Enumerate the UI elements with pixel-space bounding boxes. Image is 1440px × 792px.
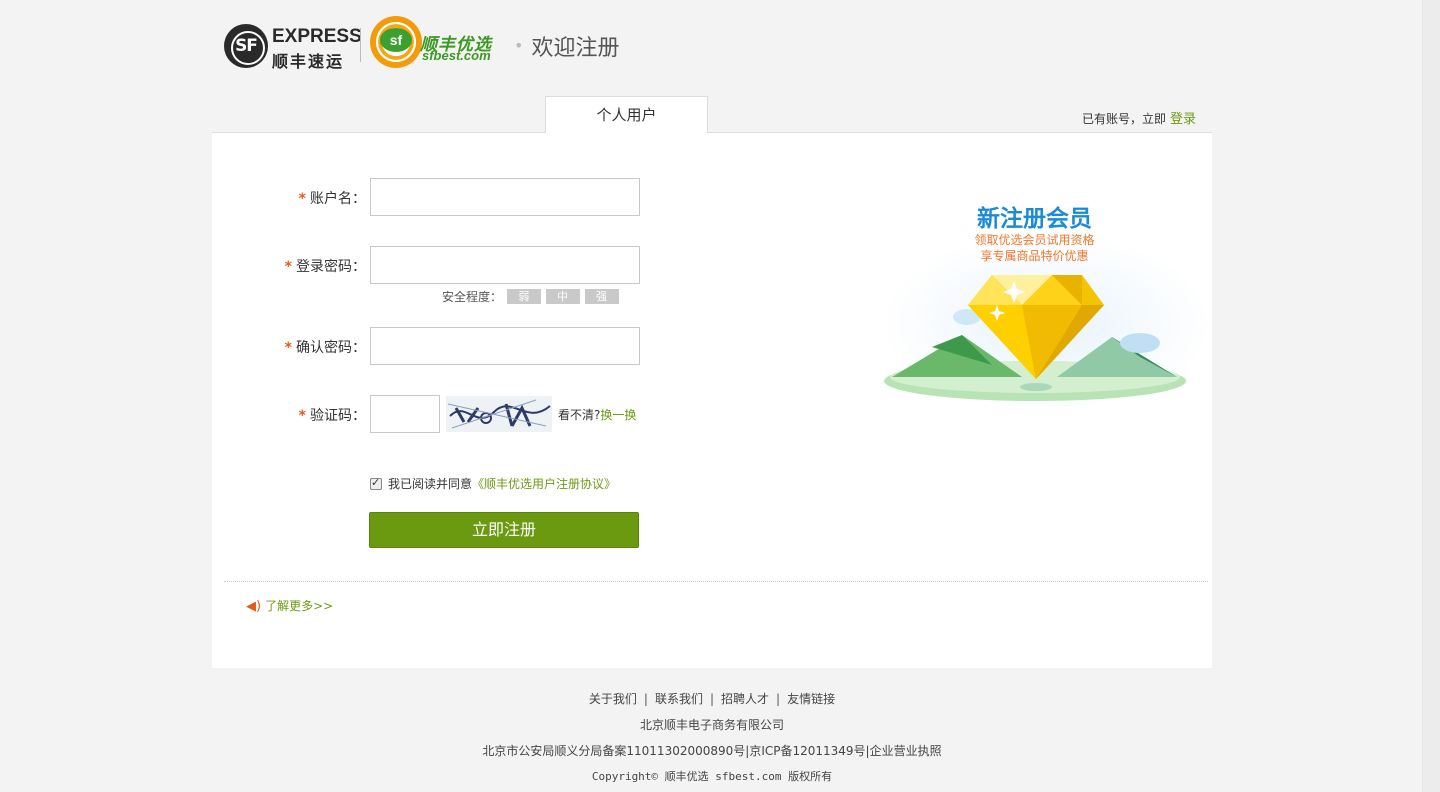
- scrollbar-track[interactable]: [1422, 0, 1440, 792]
- footer-company: 北京顺丰电子商务有限公司: [639, 718, 784, 732]
- login-link[interactable]: 登录: [1170, 112, 1196, 127]
- captcha-label: * 验证码：: [299, 405, 366, 425]
- account-input[interactable]: [370, 178, 640, 216]
- captcha-input[interactable]: [370, 395, 440, 433]
- promo-line-2: 享专属商品特价优惠: [980, 249, 1089, 263]
- learn-more[interactable]: ◀) 了解更多>>: [246, 597, 333, 614]
- password-row: * 登录密码：: [212, 246, 912, 284]
- footer-link-about[interactable]: 关于我们: [589, 692, 637, 706]
- footer-icp: 北京市公安局顺义分局备案11011302000890号|京ICP备1201134…: [482, 744, 942, 758]
- footer-separator: |: [709, 692, 715, 706]
- agree-checkbox[interactable]: [370, 476, 382, 490]
- express-logo-cn: 顺丰速运: [272, 52, 345, 71]
- header-divider: [360, 28, 361, 62]
- header: SF EXPRESS 顺丰速运 sf 顺丰优选 sfbest.com • 欢迎注册: [224, 14, 724, 78]
- agree-text: 我已阅读并同意: [388, 477, 473, 491]
- captcha-hint-text: 看不清?: [558, 408, 601, 422]
- registration-panel: * 账户名： * 登录密码： 安全程度： 弱 中 强 * 确认密码： * 验证码：: [212, 133, 1212, 668]
- tab-personal-user[interactable]: 个人用户: [545, 96, 708, 133]
- captcha-hint: 看不清?换一换: [558, 406, 636, 423]
- speaker-icon: ◀): [246, 599, 262, 614]
- password-input[interactable]: [370, 246, 640, 284]
- required-star: *: [284, 340, 292, 356]
- sf-badge-icon: sf: [380, 28, 412, 52]
- express-logo-text: EXPRESS: [272, 26, 362, 47]
- confirm-label: * 确认密码：: [285, 337, 366, 357]
- footer-link-friends[interactable]: 友情链接: [787, 692, 835, 706]
- account-label-text: 账户名：: [310, 191, 366, 207]
- login-hint-text: 已有账号，立即: [1081, 112, 1166, 126]
- required-star: *: [284, 259, 292, 275]
- captcha-label-text: 验证码：: [310, 408, 366, 424]
- sf-logo-icon: SF: [224, 24, 268, 68]
- promo-title: 新注册会员: [977, 206, 1092, 232]
- sf-express-logo[interactable]: SF EXPRESS 顺丰速运: [224, 24, 362, 71]
- strength-strong: 强: [584, 289, 619, 304]
- footer-link-jobs[interactable]: 招聘人才: [721, 692, 769, 706]
- footer-link-contact[interactable]: 联系我们: [655, 692, 703, 706]
- tab-bar: 个人用户 已有账号，立即 登录: [212, 96, 1212, 133]
- title-dot: •: [514, 36, 524, 55]
- welcome-text: 欢迎注册: [531, 36, 620, 61]
- divider: [224, 581, 1208, 582]
- login-hint: 已有账号，立即 登录: [1082, 108, 1196, 127]
- password-strength: 安全程度： 弱 中 强: [442, 288, 619, 305]
- learn-more-text: 了解更多>>: [265, 599, 334, 613]
- sfbest-logo-url: sfbest.com: [422, 48, 491, 63]
- captcha-graphic: [446, 396, 552, 432]
- confirm-row: * 确认密码：: [212, 327, 912, 365]
- required-star: *: [298, 191, 306, 207]
- footer-separator: |: [776, 692, 781, 706]
- footer-copyright: Copyright© 顺丰优选 sfbest.com 版权所有: [591, 770, 833, 783]
- promo-line-1: 领取优选会员试用资格: [974, 233, 1095, 247]
- strength-label: 安全程度：: [442, 290, 503, 304]
- promo-banner: 新注册会员 领取优选会员试用资格 享专属商品特价优惠: [872, 195, 1212, 415]
- account-label: * 账户名：: [299, 188, 366, 208]
- footer: 关于我们 | 联系我们 | 招聘人才 | 友情链接 北京顺丰电子商务有限公司 北京市公安局顺…: [212, 690, 1212, 790]
- required-star: *: [298, 408, 306, 424]
- strength-medium: 中: [545, 289, 580, 304]
- agreement-link[interactable]: 《顺丰优选用户注册协议》: [472, 477, 616, 491]
- confirm-password-input[interactable]: [370, 327, 640, 365]
- footer-separator: |: [643, 692, 648, 706]
- password-label: * 登录密码：: [285, 256, 366, 276]
- captcha-image[interactable]: [446, 396, 552, 432]
- register-button[interactable]: 立即注册: [369, 512, 639, 548]
- page-title: • 欢迎注册: [514, 30, 619, 62]
- captcha-row: * 验证码： 看不清?换一换: [212, 395, 912, 433]
- strength-weak: 弱: [506, 289, 541, 304]
- password-label-text: 登录密码：: [296, 259, 366, 275]
- account-row: * 账户名：: [212, 178, 912, 216]
- footer-links: 关于我们 | 联系我们 | 招聘人才 | 友情链接: [212, 690, 1212, 712]
- sfbest-logo[interactable]: sf 顺丰优选 sfbest.com: [370, 14, 500, 78]
- confirm-label-text: 确认密码：: [296, 340, 366, 356]
- captcha-refresh-link[interactable]: 换一换: [600, 408, 636, 422]
- agreement: 我已阅读并同意《顺丰优选用户注册协议》: [370, 475, 616, 492]
